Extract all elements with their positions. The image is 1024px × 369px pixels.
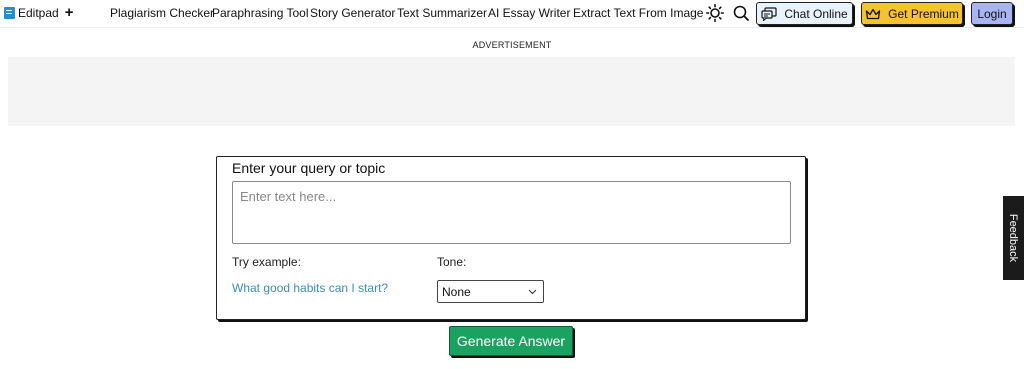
nav-text-summarizer[interactable]: Text Summarizer: [397, 6, 487, 20]
feedback-tab[interactable]: Feedback: [1003, 196, 1024, 280]
nav-ai-essay-writer[interactable]: AI Essay Writer: [488, 6, 570, 20]
chevron-down-icon: [528, 289, 537, 295]
get-premium-button[interactable]: Get Premium: [861, 2, 963, 25]
feedback-label: Feedback: [1007, 213, 1020, 263]
crown-icon: [866, 8, 881, 19]
top-navbar: Editpad + Plagiarism Checker Paraphrasin…: [0, 0, 1024, 28]
nav-story-generator[interactable]: Story Generator: [310, 6, 395, 20]
try-example-label: Try example:: [232, 255, 301, 269]
nav-plagiarism-checker[interactable]: Plagiarism Checker: [110, 6, 214, 20]
editpad-logo[interactable]: Editpad +: [4, 5, 73, 21]
example-link[interactable]: What good habits can I start?: [232, 281, 388, 295]
tone-select[interactable]: None: [437, 280, 544, 303]
query-input[interactable]: [232, 181, 791, 244]
notepad-icon: [4, 7, 15, 19]
generate-answer-button[interactable]: Generate Answer: [449, 326, 573, 356]
nav-extract-text-from-image[interactable]: Extract Text From Image: [573, 6, 703, 20]
login-button[interactable]: Login: [971, 2, 1013, 25]
chat-online-button[interactable]: Chat Online: [756, 2, 853, 25]
nav-paraphrasing-tool[interactable]: Paraphrasing Tool: [212, 6, 309, 20]
tone-selected-value: None: [442, 284, 471, 299]
query-form-card: Enter your query or topic Try example: W…: [216, 156, 806, 320]
query-title: Enter your query or topic: [232, 160, 386, 176]
search-icon[interactable]: [733, 5, 749, 21]
chat-bubbles-icon: [761, 6, 777, 21]
get-premium-label: Get Premium: [888, 6, 959, 21]
tone-label: Tone:: [437, 255, 467, 269]
logo-plus: +: [64, 4, 74, 21]
advertisement-label: ADVERTISEMENT: [472, 40, 552, 50]
generate-answer-label: Generate Answer: [456, 333, 566, 349]
logo-text: Editpad: [18, 6, 59, 20]
advertisement-slot: [8, 57, 1015, 126]
sun-icon[interactable]: [706, 4, 724, 22]
chat-online-label: Chat Online: [784, 6, 848, 21]
login-label: Login: [977, 6, 1007, 21]
